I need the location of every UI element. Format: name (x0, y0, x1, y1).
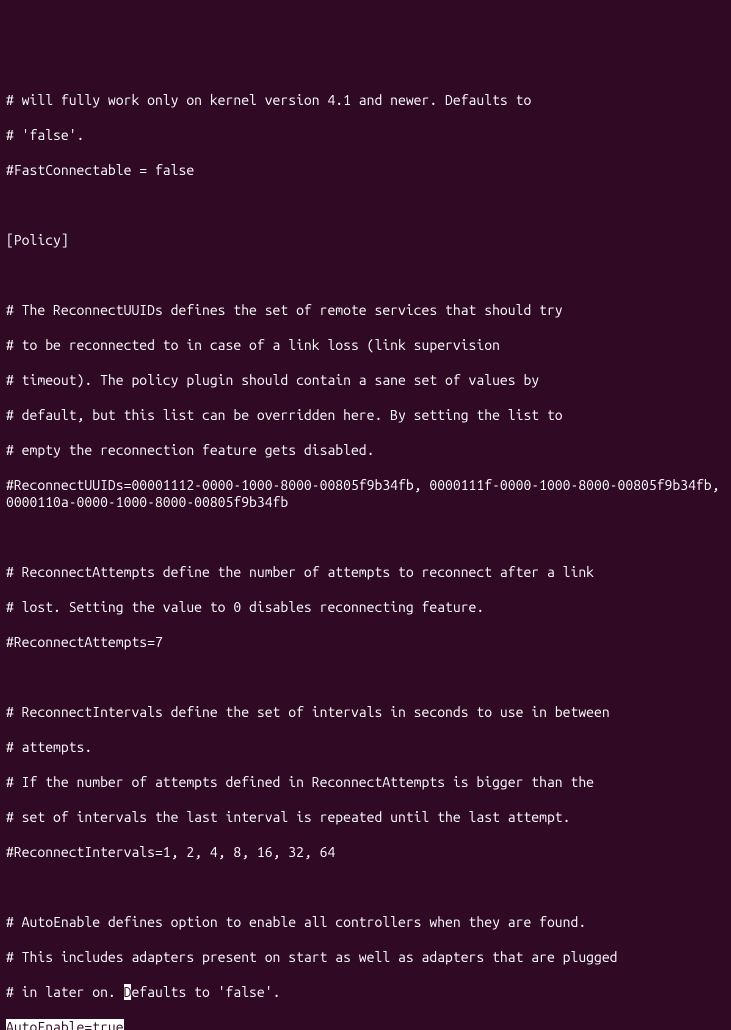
config-line (6, 529, 725, 547)
text-segment: # in later on. (6, 984, 124, 1000)
config-line: # ReconnectAttempts define the number of… (6, 564, 725, 582)
config-line: # 'false'. (6, 127, 725, 145)
config-line (6, 669, 725, 687)
config-line: # will fully work only on kernel version… (6, 92, 725, 110)
config-line (6, 879, 725, 897)
config-line (6, 267, 725, 285)
config-line: #FastConnectable = false (6, 162, 725, 180)
config-line: # This includes adapters present on star… (6, 949, 725, 967)
config-line: #ReconnectAttempts=7 (6, 634, 725, 652)
config-line: #ReconnectUUIDs=00001112-0000-1000-8000-… (6, 477, 725, 512)
config-line: # If the number of attempts defined in R… (6, 774, 725, 792)
config-line: # lost. Setting the value to 0 disables … (6, 599, 725, 617)
config-line: #ReconnectIntervals=1, 2, 4, 8, 16, 32, … (6, 844, 725, 862)
config-line: # empty the reconnection feature gets di… (6, 442, 725, 460)
config-line (6, 197, 725, 215)
config-line: # The ReconnectUUIDs defines the set of … (6, 302, 725, 320)
cursor: D (124, 984, 132, 1000)
config-line: AutoEnable=true (6, 1019, 725, 1030)
config-line: # AutoEnable defines option to enable al… (6, 914, 725, 932)
config-line: # attempts. (6, 739, 725, 757)
config-line: # ReconnectIntervals define the set of i… (6, 704, 725, 722)
text-segment: efaults to 'false'. (131, 984, 280, 1000)
config-line: # default, but this list can be overridd… (6, 407, 725, 425)
config-line: # set of intervals the last interval is … (6, 809, 725, 827)
terminal-window[interactable]: # will fully work only on kernel version… (6, 74, 725, 581)
config-line: # in later on. Defaults to 'false'. (6, 984, 725, 1002)
edited-text: AutoEnable=true (6, 1019, 124, 1030)
config-line: # timeout). The policy plugin should con… (6, 372, 725, 390)
config-section-header: [Policy] (6, 232, 725, 250)
config-line: # to be reconnected to in case of a link… (6, 337, 725, 355)
